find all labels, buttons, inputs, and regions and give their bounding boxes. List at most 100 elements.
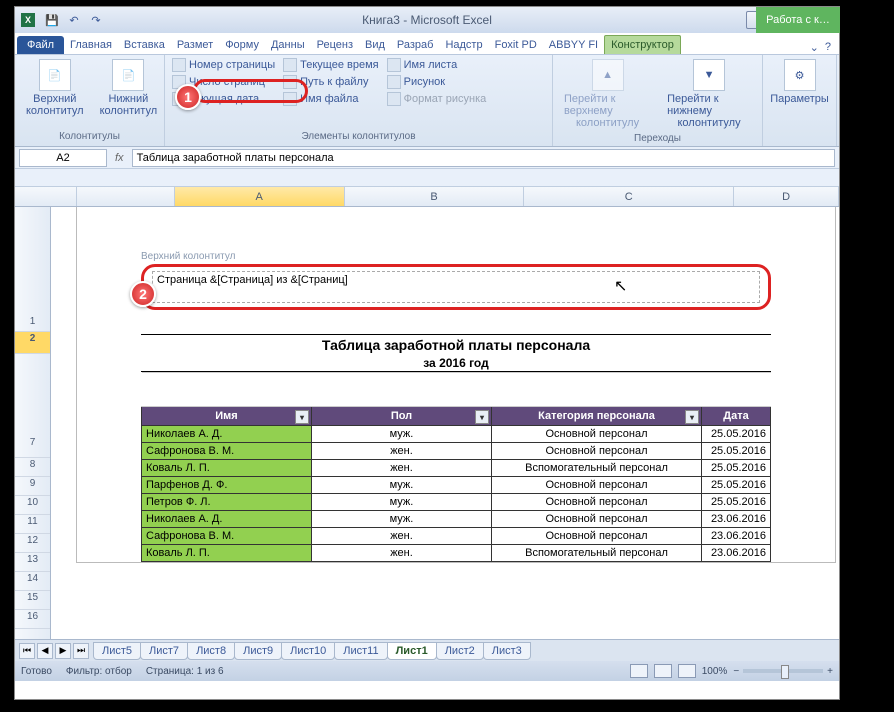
tab-prev-icon[interactable]: ◀	[37, 643, 53, 659]
cell-name[interactable]: Николаев А. Д.	[142, 426, 312, 443]
tab-review[interactable]: Реценз	[311, 36, 359, 54]
tab-home[interactable]: Главная	[64, 36, 118, 54]
table-row[interactable]: Коваль Л. П.жен.Вспомогательный персонал…	[142, 460, 771, 477]
sheet-tab[interactable]: Лист3	[483, 642, 531, 660]
cell-cat[interactable]: Вспомогательный персонал	[492, 460, 702, 477]
cell-date[interactable]: 25.05.2016	[702, 426, 771, 443]
tab-insert[interactable]: Вставка	[118, 36, 171, 54]
tab-developer[interactable]: Разраб	[391, 36, 440, 54]
redo-icon[interactable]: ↷	[87, 11, 105, 29]
cell-date[interactable]: 23.06.2016	[702, 511, 771, 528]
row-15[interactable]: 15	[15, 591, 50, 610]
cell-name[interactable]: Коваль Л. П.	[142, 545, 312, 562]
cell-sex[interactable]: жен.	[312, 545, 492, 562]
cell-date[interactable]: 25.05.2016	[702, 477, 771, 494]
sheet-tab[interactable]: Лист10	[281, 642, 335, 660]
cell-cat[interactable]: Основной персонал	[492, 477, 702, 494]
row-16[interactable]: 16	[15, 610, 50, 629]
sheetname-button[interactable]: Имя листа	[385, 57, 489, 73]
cell-date[interactable]: 23.06.2016	[702, 528, 771, 545]
cell-date[interactable]: 25.05.2016	[702, 443, 771, 460]
tab-next-icon[interactable]: ▶	[55, 643, 71, 659]
save-icon[interactable]: 💾	[43, 11, 61, 29]
cell-name[interactable]: Петров Ф. Л.	[142, 494, 312, 511]
tab-formulas[interactable]: Форму	[219, 36, 265, 54]
zoom-in-icon[interactable]: +	[827, 666, 833, 677]
sheet-tab[interactable]: Лист7	[140, 642, 188, 660]
row-14[interactable]: 14	[15, 572, 50, 591]
cell-date[interactable]: 25.05.2016	[702, 460, 771, 477]
tab-first-icon[interactable]: ⏮	[19, 643, 35, 659]
cell-cat[interactable]: Основной персонал	[492, 494, 702, 511]
cell-cat[interactable]: Основной персонал	[492, 426, 702, 443]
filepath-button[interactable]: Путь к файлу	[281, 74, 380, 90]
tab-abbyy[interactable]: ABBYY FI	[543, 36, 604, 54]
col-c[interactable]: C	[524, 187, 734, 206]
footer-button[interactable]: 📄 Нижний колонтитул	[94, 57, 164, 119]
pagenum-button[interactable]: Номер страницы	[170, 57, 277, 73]
tab-data[interactable]: Данны	[265, 36, 311, 54]
picture-button[interactable]: Рисунок	[385, 74, 489, 90]
tab-foxit[interactable]: Foxit PD	[489, 36, 543, 54]
table-row[interactable]: Сафронова В. М.жен.Основной персонал23.0…	[142, 528, 771, 545]
cell-sex[interactable]: муж.	[312, 494, 492, 511]
cell-name[interactable]: Коваль Л. П.	[142, 460, 312, 477]
sheet-tab[interactable]: Лист5	[93, 642, 141, 660]
tab-addins[interactable]: Надстр	[439, 36, 488, 54]
filter-sex-icon[interactable]: ▾	[475, 410, 489, 424]
sheet-tab[interactable]: Лист11	[334, 642, 387, 660]
name-box[interactable]: A2	[19, 149, 107, 167]
cell-cat[interactable]: Вспомогательный персонал	[492, 545, 702, 562]
fx-icon[interactable]: fx	[115, 152, 124, 164]
sheet-tab[interactable]: Лист2	[436, 642, 484, 660]
sheet-tab[interactable]: Лист8	[187, 642, 235, 660]
row-9[interactable]: 9	[15, 477, 50, 496]
row-11[interactable]: 11	[15, 515, 50, 534]
table-row[interactable]: Парфенов Д. Ф.муж.Основной персонал25.05…	[142, 477, 771, 494]
cell-sex[interactable]: муж.	[312, 426, 492, 443]
cell-sex[interactable]: жен.	[312, 528, 492, 545]
table-row[interactable]: Коваль Л. П.жен.Вспомогательный персонал…	[142, 545, 771, 562]
row-13[interactable]: 13	[15, 553, 50, 572]
tab-design[interactable]: Конструктор	[604, 35, 681, 54]
sheet-tab[interactable]: Лист1	[387, 642, 437, 660]
table-row[interactable]: Сафронова В. М.жен.Основной персонал25.0…	[142, 443, 771, 460]
cell-sex[interactable]: жен.	[312, 443, 492, 460]
row-8[interactable]: 8	[15, 458, 50, 477]
row-1[interactable]: 1	[15, 315, 50, 332]
row-2[interactable]: 2	[15, 332, 50, 354]
filename-button[interactable]: Имя файла	[281, 91, 380, 107]
cell-date[interactable]: 25.05.2016	[702, 494, 771, 511]
row-7[interactable]: 7	[15, 436, 50, 458]
view-normal-icon[interactable]	[630, 664, 648, 678]
zoom-slider[interactable]	[743, 669, 823, 673]
cell-sex[interactable]: жен.	[312, 460, 492, 477]
cell-cat[interactable]: Основной персонал	[492, 528, 702, 545]
header-edit-area[interactable]: Страница &[Страница] из &[Страниц]	[152, 271, 760, 303]
cell-name[interactable]: Николаев А. Д.	[142, 511, 312, 528]
filter-cat-icon[interactable]: ▾	[685, 410, 699, 424]
goto-footer-button[interactable]: ▼ Перейти к нижнему колонтитулу	[661, 57, 757, 131]
cell-date[interactable]: 23.06.2016	[702, 545, 771, 562]
curtime-button[interactable]: Текущее время	[281, 57, 380, 73]
sheet-tab[interactable]: Лист9	[234, 642, 282, 660]
formula-input[interactable]: Таблица заработной платы персонала	[132, 149, 835, 167]
cell-cat[interactable]: Основной персонал	[492, 443, 702, 460]
header-button[interactable]: 📄 Верхний колонтитул	[20, 57, 90, 119]
table-row[interactable]: Петров Ф. Л.муж.Основной персонал25.05.2…	[142, 494, 771, 511]
tab-view[interactable]: Вид	[359, 36, 391, 54]
cell-cat[interactable]: Основной персонал	[492, 511, 702, 528]
col-d[interactable]: D	[734, 187, 839, 206]
minimize-ribbon-icon[interactable]: ⌄	[810, 41, 819, 54]
view-layout-icon[interactable]	[654, 664, 672, 678]
tab-file[interactable]: Файл	[17, 36, 64, 54]
tab-last-icon[interactable]: ⏭	[73, 643, 89, 659]
row-12[interactable]: 12	[15, 534, 50, 553]
filter-name-icon[interactable]: ▾	[295, 410, 309, 424]
tab-layout[interactable]: Размет	[171, 36, 219, 54]
cell-name[interactable]: Парфенов Д. Ф.	[142, 477, 312, 494]
row-10[interactable]: 10	[15, 496, 50, 515]
zoom-out-icon[interactable]: −	[733, 666, 739, 677]
view-break-icon[interactable]	[678, 664, 696, 678]
col-b[interactable]: B	[345, 187, 525, 206]
